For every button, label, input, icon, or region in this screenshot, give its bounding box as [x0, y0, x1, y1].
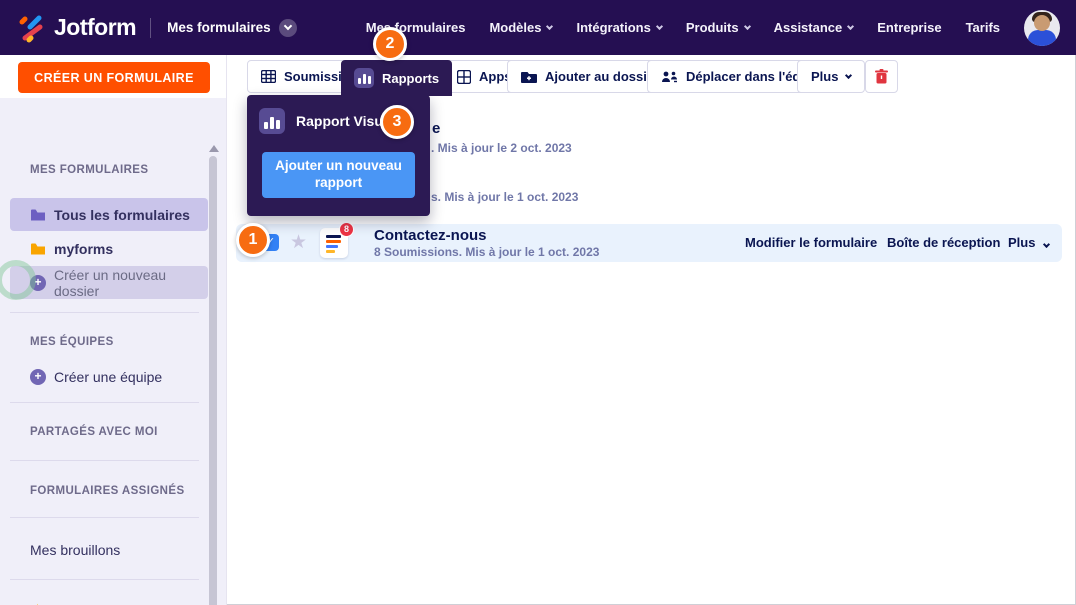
- sidebar-item-drafts[interactable]: Mes brouillons: [10, 533, 208, 566]
- workspace-switcher[interactable]: Mes formulaires: [167, 18, 297, 37]
- form-row-meta-fragment: . Mis à jour le 2 oct. 2023: [431, 141, 572, 155]
- folder-plus-icon: [521, 72, 537, 83]
- form-meta: 8 Soumissions. Mis à jour le 1 oct. 2023: [374, 245, 600, 259]
- sidebar-item-all-forms[interactable]: Tous les formulaires: [10, 198, 208, 231]
- nav-integrations[interactable]: Intégrations: [576, 20, 663, 35]
- bar-chart-icon: [259, 108, 285, 134]
- create-form-button[interactable]: CRÉER UN FORMULAIRE: [18, 62, 210, 93]
- plus-circle-icon: +: [30, 368, 46, 385]
- form-row-meta-fragment: s. Mis à jour le 1 oct. 2023: [431, 190, 579, 204]
- top-navbar: Jotform Mes formulaires Mes formulaires …: [0, 0, 1076, 55]
- sidebar-divider: [10, 312, 199, 313]
- nav-produits[interactable]: Produits: [686, 20, 751, 35]
- sidebar-item-myforms[interactable]: myforms: [10, 232, 208, 265]
- nav-tarifs[interactable]: Tarifs: [966, 20, 1000, 35]
- add-new-report-button[interactable]: Ajouter un nouveau rapport: [262, 152, 415, 198]
- chevron-down-icon: [1043, 240, 1051, 249]
- nav-assistance[interactable]: Assistance: [774, 20, 855, 35]
- sidebar-item-label: Mes brouillons: [30, 541, 121, 558]
- sidebar-item-label: Créer une équipe: [54, 368, 163, 385]
- apps-grid-icon: [457, 69, 471, 84]
- jotform-logo-text: Jotform: [54, 14, 137, 40]
- sidebar-item-label: Créer un nouveau dossier: [54, 266, 167, 299]
- edit-form-action[interactable]: Modifier le formulaire: [745, 224, 877, 262]
- workspace-chevron-circle: [278, 18, 297, 37]
- folder-icon: [30, 208, 46, 221]
- callout-step-3: 3: [380, 105, 414, 139]
- reports-button[interactable]: Rapports: [341, 60, 453, 96]
- bar-chart-icon: [354, 68, 374, 88]
- callout-step-2: 2: [373, 27, 407, 61]
- navbar-links: Mes formulaires Modèles Intégrations Pro…: [366, 9, 1060, 46]
- sidebar-header-shared[interactable]: PARTAGÉS AVEC MOI: [30, 426, 158, 438]
- form-document-icon: 8: [320, 222, 354, 258]
- unread-count-badge: 8: [339, 222, 354, 237]
- form-title[interactable]: Contactez-nous: [374, 227, 487, 244]
- sidebar-divider: [10, 517, 199, 518]
- row-more-action[interactable]: Plus: [1008, 224, 1051, 262]
- sidebar: MES FORMULAIRES Tous les formulaires myf…: [0, 98, 226, 605]
- callout-step-1: 1: [236, 223, 270, 257]
- star-icon: ★: [30, 601, 46, 605]
- sidebar-header-my-teams: MES ÉQUIPES: [30, 336, 114, 348]
- workspace-label: Mes formulaires: [167, 20, 271, 35]
- delete-button[interactable]: [865, 60, 898, 93]
- star-icon[interactable]: ★: [290, 231, 307, 254]
- sidebar-divider: [10, 460, 199, 461]
- folder-icon: [30, 242, 46, 255]
- sidebar-item-label: myforms: [54, 240, 114, 257]
- scrollbar-up-arrow[interactable]: [209, 145, 219, 152]
- inbox-action[interactable]: Boîte de réception: [887, 224, 1000, 262]
- sidebar-item-create-folder[interactable]: + Créer un nouveau dossier: [10, 266, 208, 299]
- chevron-down-icon: [845, 71, 853, 79]
- navbar-divider: [150, 17, 152, 38]
- nav-modeles[interactable]: Modèles: [489, 20, 554, 35]
- form-row-title-fragment[interactable]: e: [432, 120, 440, 137]
- sidebar-item-label: Tous les formulaires: [54, 206, 190, 223]
- chevron-down-icon: [283, 21, 292, 31]
- sidebar-header-assigned[interactable]: FORMULAIRES ASSIGNÉS: [30, 485, 185, 497]
- nav-entreprise[interactable]: Entreprise: [877, 20, 941, 35]
- form-row-selected[interactable]: ✓ ★ 8 Contactez-nous 8 Soumissions. Mis …: [236, 222, 1062, 262]
- jotform-logo[interactable]: Jotform: [18, 13, 137, 43]
- sidebar-divider: [10, 402, 199, 403]
- sidebar-header-my-forms: MES FORMULAIRES: [30, 164, 149, 176]
- table-grid-icon: [261, 70, 276, 83]
- chevron-down-icon: [847, 22, 855, 30]
- user-avatar[interactable]: [1024, 9, 1060, 46]
- sidebar-item-favorites[interactable]: ★ Favoris: [10, 594, 208, 605]
- chevron-down-icon: [546, 22, 554, 30]
- chevron-down-icon: [743, 22, 751, 30]
- jotform-my-forms-page: Jotform Mes formulaires Mes formulaires …: [0, 0, 1076, 605]
- trash-icon: [875, 69, 888, 84]
- left-column: CRÉER UN FORMULAIRE MES FORMULAIRES Tous…: [0, 55, 227, 605]
- sidebar-item-create-team[interactable]: + Créer une équipe: [10, 360, 208, 393]
- chevron-down-icon: [655, 22, 663, 30]
- move-to-team-icon: [662, 71, 677, 82]
- jotform-logo-icon: [19, 15, 43, 42]
- sidebar-divider: [10, 579, 199, 580]
- more-button[interactable]: Plus: [797, 60, 866, 93]
- scrollbar-thumb[interactable]: [209, 156, 217, 605]
